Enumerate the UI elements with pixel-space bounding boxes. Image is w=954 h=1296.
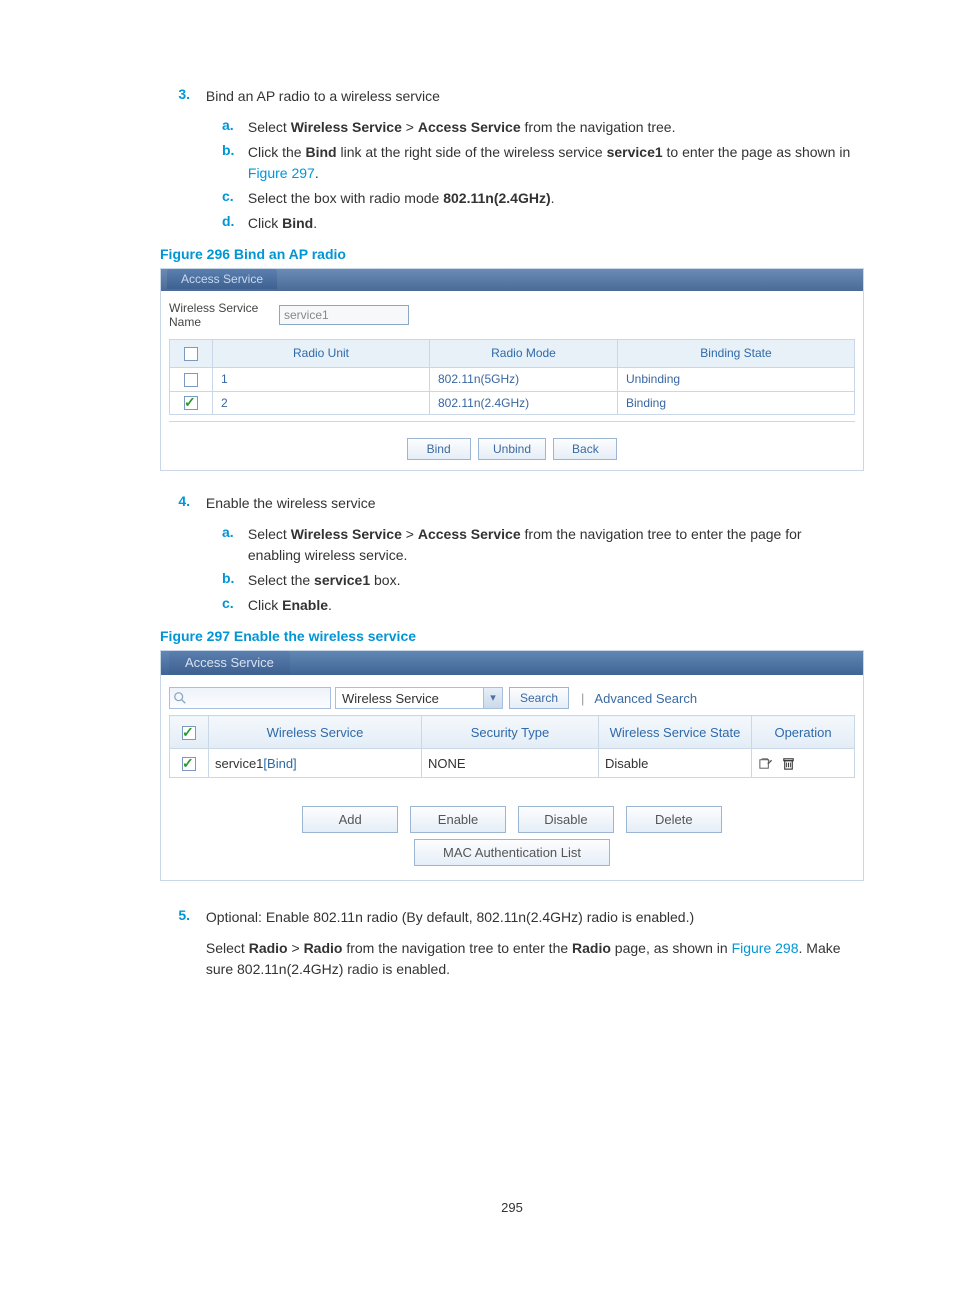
tab-access-service-2[interactable]: Access Service [169, 651, 290, 674]
delete-button[interactable]: Delete [626, 806, 722, 833]
panel-header: Access Service [161, 269, 863, 291]
step-5-number: 5. [160, 907, 190, 923]
th-binding-state: Binding State [618, 340, 855, 368]
row-1-unit: 1 [213, 367, 430, 391]
row-2-unit: 2 [213, 391, 430, 415]
step-4b-text: Select the service1 box. [248, 570, 858, 591]
step-4-number: 4. [160, 493, 190, 509]
edit-icon[interactable] [758, 756, 773, 771]
header-checkbox-2[interactable] [182, 726, 196, 740]
service1-checkbox[interactable] [182, 757, 196, 771]
row-2-checkbox[interactable] [184, 396, 198, 410]
row-1-mode: 802.11n(5GHz) [430, 367, 618, 391]
security-type-cell: NONE [422, 749, 599, 778]
advanced-search-link[interactable]: Advanced Search [594, 691, 697, 706]
operation-cell [752, 749, 855, 778]
step-3c-letter: c. [222, 188, 244, 204]
wireless-service-select[interactable]: Wireless Service ▾ [335, 687, 503, 709]
wireless-service-name-label: Wireless Service Name [169, 301, 279, 329]
separator: | [575, 691, 590, 706]
bind-button[interactable]: Bind [407, 438, 471, 460]
step-4a-letter: a. [222, 524, 244, 540]
step-3b-text: Click the Bind link at the right side of… [248, 142, 858, 184]
th-radio-mode: Radio Mode [430, 340, 618, 368]
tab-access-service[interactable]: Access Service [167, 269, 277, 289]
row-1-state: Unbinding [618, 367, 855, 391]
panel2-header: Access Service [161, 651, 863, 675]
step-3a-text: Select Wireless Service > Access Service… [248, 117, 858, 138]
search-button[interactable]: Search [509, 687, 569, 709]
figure-296-panel: Access Service Wireless Service Name Rad… [160, 268, 864, 471]
figure-298-reference[interactable]: Figure 298 [732, 940, 799, 956]
step-3d-letter: d. [222, 213, 244, 229]
step-5-line2: Select Radio > Radio from the navigation… [206, 938, 846, 980]
th-operation: Operation [752, 716, 855, 749]
state-cell: Disable [599, 749, 752, 778]
select-value: Wireless Service [342, 691, 439, 706]
row-1-checkbox[interactable] [184, 373, 198, 387]
search-input[interactable] [169, 687, 331, 709]
service1-bind-link[interactable]: [Bind] [263, 756, 296, 771]
table-row: 2 802.11n(2.4GHz) Binding [170, 391, 855, 415]
th-radio-unit: Radio Unit [213, 340, 430, 368]
table-row: 1 802.11n(5GHz) Unbinding [170, 367, 855, 391]
step-4b-letter: b. [222, 570, 244, 586]
page-number: 295 [160, 1200, 864, 1215]
th-security-type: Security Type [422, 716, 599, 749]
figure-297-reference[interactable]: Figure 297 [248, 165, 315, 181]
step-3a-letter: a. [222, 117, 244, 133]
figure-296-title: Figure 296 Bind an AP radio [160, 246, 864, 262]
step-3-title: Bind an AP radio to a wireless service [206, 86, 846, 107]
step-5-line1: Optional: Enable 802.11n radio (By defau… [206, 907, 846, 928]
delete-icon[interactable] [781, 756, 796, 771]
enable-button[interactable]: Enable [410, 806, 506, 833]
step-4-title: Enable the wireless service [206, 493, 846, 514]
wireless-service-name-input[interactable] [279, 305, 409, 325]
wireless-service-table: Wireless Service Security Type Wireless … [169, 715, 855, 778]
search-icon [173, 691, 187, 708]
row-2-state: Binding [618, 391, 855, 415]
step-4c-text: Click Enable. [248, 595, 858, 616]
step-4a-text: Select Wireless Service > Access Service… [248, 524, 858, 566]
header-checkbox[interactable] [184, 347, 198, 361]
step-3-number: 3. [160, 86, 190, 102]
mac-auth-list-button[interactable]: MAC Authentication List [414, 839, 610, 866]
step-3d-text: Click Bind. [248, 213, 858, 234]
step-4c-letter: c. [222, 595, 244, 611]
th-wireless-service: Wireless Service [209, 716, 422, 749]
disable-button[interactable]: Disable [518, 806, 614, 833]
service1-cell: service1[Bind] [209, 749, 422, 778]
unbind-button[interactable]: Unbind [478, 438, 546, 460]
radio-bind-table: Radio Unit Radio Mode Binding State 1 80… [169, 339, 855, 415]
step-3c-text: Select the box with radio mode 802.11n(2… [248, 188, 858, 209]
figure-297-panel: Access Service Wireless Service ▾ Search… [160, 650, 864, 881]
step-3b-letter: b. [222, 142, 244, 158]
th-wireless-service-state: Wireless Service State [599, 716, 752, 749]
add-button[interactable]: Add [302, 806, 398, 833]
chevron-down-icon: ▾ [483, 688, 502, 708]
table-row: service1[Bind] NONE Disable [170, 749, 855, 778]
figure-297-title: Figure 297 Enable the wireless service [160, 628, 864, 644]
back-button[interactable]: Back [553, 438, 617, 460]
row-2-mode: 802.11n(2.4GHz) [430, 391, 618, 415]
service1-name: service1 [215, 756, 263, 771]
